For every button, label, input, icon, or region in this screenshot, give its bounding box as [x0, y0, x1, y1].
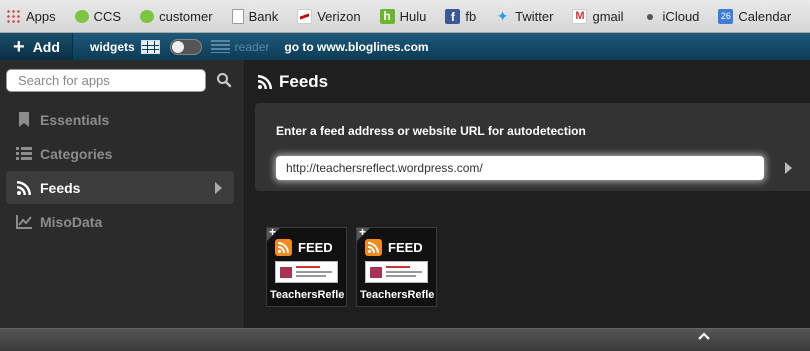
- tile-header: FEED: [365, 236, 427, 258]
- apps-icon: [6, 8, 21, 24]
- bookmark-label: CCS: [93, 8, 122, 24]
- sidebar-item-label: MisoData: [40, 213, 103, 230]
- bookmark-fb[interactable]: f fb: [445, 8, 477, 24]
- bookmark-label: fb: [465, 8, 477, 24]
- sidebar: Essentials Categories Feeds MisoData: [0, 60, 245, 328]
- search-input[interactable]: [6, 69, 206, 92]
- tile-header: FEED: [275, 236, 337, 258]
- bookmark-customer[interactable]: customer: [140, 8, 213, 24]
- bookmark-label: Hulu: [399, 8, 427, 24]
- bookmark-ccs[interactable]: CCS: [74, 8, 122, 24]
- main-content: Feeds Enter a feed address or website UR…: [246, 60, 810, 328]
- page-title-text: Feeds: [279, 72, 329, 91]
- apple-icon: ●: [645, 7, 655, 24]
- verizon-icon: [297, 8, 313, 24]
- bookmark-gmail[interactable]: M gmail: [572, 8, 624, 24]
- bookmark-label: Apps: [26, 8, 56, 24]
- calendar-icon: 26: [718, 8, 734, 24]
- gmail-icon: M: [572, 8, 588, 24]
- reader-view-toggle[interactable]: reader: [210, 39, 270, 54]
- feed-entry-label: Enter a feed address or website URL for …: [276, 124, 586, 138]
- view-switch[interactable]: [169, 38, 202, 55]
- sidebar-item-label: Feeds: [40, 179, 81, 196]
- bottom-bar: [0, 328, 810, 351]
- chevron-right-icon: [215, 182, 222, 194]
- bookmark-calendar[interactable]: 26 Calendar: [718, 8, 792, 24]
- bookmark-verizon[interactable]: Verizon: [297, 8, 361, 24]
- chart-icon: [16, 214, 32, 230]
- twitter-icon: ✦: [496, 7, 509, 24]
- bookmark-label: Verizon: [317, 8, 361, 24]
- search-box: [6, 69, 232, 92]
- widgets-view-toggle[interactable]: widgets: [90, 39, 160, 54]
- rss-icon: [275, 238, 292, 256]
- bookmark-label: Twitter: [515, 8, 554, 24]
- bookmark-icon: [16, 112, 32, 128]
- bookmark-label: Calendar: [738, 8, 792, 24]
- feed-thumbnail: [365, 261, 428, 283]
- bookmarks-bar: Apps CCS customer Bank Verizon h Hulu f …: [0, 0, 810, 33]
- reader-label: reader: [234, 39, 270, 54]
- feed-badge: FEED: [298, 239, 333, 255]
- widgets-label: widgets: [90, 39, 135, 54]
- page-icon: [231, 8, 244, 24]
- feed-tile[interactable]: + FEED TeachersRefle: [356, 225, 437, 307]
- bookmark-label: gmail: [592, 8, 624, 24]
- search-icon[interactable]: [216, 72, 232, 88]
- bookmark-hulu[interactable]: h Hulu: [379, 8, 427, 24]
- bookmark-label: Bank: [248, 8, 279, 24]
- feed-tile[interactable]: + FEED TeachersRefle: [266, 225, 347, 307]
- feed-name: TeachersRefle: [270, 289, 345, 301]
- bookmark-apps[interactable]: Apps: [6, 8, 56, 24]
- bookmark-twitter[interactable]: ✦ Twitter: [495, 7, 554, 24]
- goto-bloglines-link[interactable]: go to www.bloglines.com: [284, 40, 428, 54]
- list-view-icon: [210, 40, 230, 53]
- feed-url-input[interactable]: [276, 156, 764, 180]
- grid-icon: [140, 39, 160, 54]
- feed-thumbnail: [275, 261, 338, 283]
- page-title: Feeds: [258, 72, 328, 92]
- leaf-icon: [140, 9, 155, 23]
- rss-icon: [365, 238, 382, 256]
- sidebar-item-categories[interactable]: Categories: [6, 137, 234, 170]
- add-button[interactable]: + Add: [0, 33, 73, 60]
- sidebar-item-feeds[interactable]: Feeds: [6, 171, 234, 204]
- rss-icon: [16, 180, 32, 196]
- switch-knob: [171, 40, 184, 53]
- list-icon: [16, 146, 32, 162]
- facebook-icon: f: [445, 8, 461, 24]
- rss-icon: [258, 75, 272, 89]
- bookmark-bank[interactable]: Bank: [231, 8, 279, 24]
- sidebar-item-misodata[interactable]: MisoData: [6, 205, 234, 238]
- leaf-icon: [74, 9, 89, 23]
- feed-name: TeachersRefle: [360, 289, 435, 301]
- submit-arrow-icon[interactable]: [785, 162, 792, 174]
- feed-badge: FEED: [388, 239, 423, 255]
- sidebar-item-label: Categories: [40, 145, 113, 162]
- bookmark-icloud[interactable]: ● iCloud: [643, 7, 700, 24]
- app-toolbar: + Add widgets reader go to www.bloglines…: [0, 33, 810, 60]
- add-label: Add: [32, 38, 60, 55]
- sidebar-item-label: Essentials: [40, 111, 110, 128]
- plus-icon: +: [13, 35, 25, 58]
- hulu-icon: h: [379, 8, 395, 24]
- bookmark-label: iCloud: [662, 8, 700, 24]
- bookmark-label: customer: [159, 8, 213, 24]
- feed-entry-panel: Enter a feed address or website URL for …: [255, 103, 810, 191]
- chevron-up-icon[interactable]: [697, 331, 711, 341]
- sidebar-item-essentials[interactable]: Essentials: [6, 103, 234, 136]
